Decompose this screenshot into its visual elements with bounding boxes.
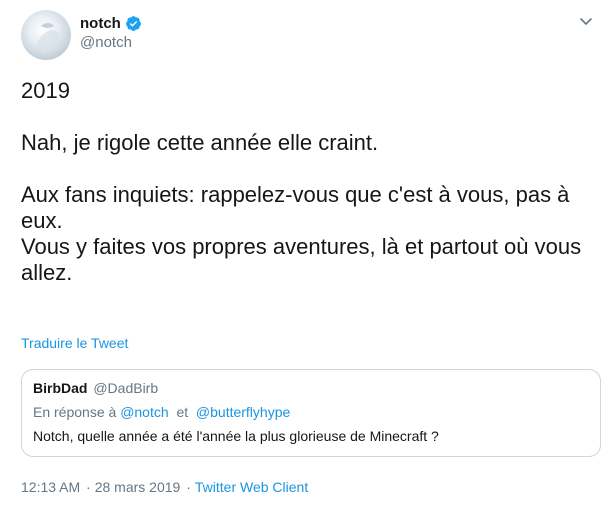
quoted-tweet-header: BirbDad @DadBirb [33, 380, 158, 396]
tweet-client-link[interactable]: Twitter Web Client [195, 479, 308, 495]
quoted-handle: @DadBirb [93, 380, 159, 396]
display-name[interactable]: notch [80, 15, 121, 32]
chevron-down-icon[interactable] [578, 13, 594, 29]
verified-badge-icon [125, 15, 142, 32]
reply-mention-butterflyhype[interactable]: @butterflyhype [196, 404, 290, 420]
quoted-tweet[interactable]: BirbDad @DadBirb En réponse à @notch et … [21, 369, 601, 457]
author-block: notch @notch [80, 15, 142, 51]
reply-context: En réponse à @notch et @butterflyhype [33, 404, 290, 420]
tweet-paragraph: 2019 [21, 78, 70, 103]
reply-join: et [176, 404, 189, 420]
tweet-paragraph: Nah, je rigole cette année elle craint. [21, 130, 379, 155]
meta-separator: · [186, 479, 191, 495]
tweet-text: 2019 Nah, je rigole cette année elle cra… [21, 78, 606, 286]
tweet-paragraph: Aux fans inquiets: rappelez-vous que c'e… [21, 182, 582, 285]
author-handle[interactable]: @notch [80, 34, 142, 51]
quoted-tweet-text: Notch, quelle année a été l'année la plu… [33, 428, 439, 444]
reply-mention-notch[interactable]: @notch [120, 404, 168, 420]
quoted-display-name: BirbDad [33, 380, 88, 396]
reply-prefix: En réponse à [33, 404, 117, 420]
tweet-date[interactable]: 28 mars 2019 [95, 479, 181, 495]
meta-separator: · [86, 479, 91, 495]
tweet-card: notch @notch 2019 Nah, je rigole cette a… [0, 0, 611, 507]
translate-tweet-link[interactable]: Traduire le Tweet [21, 335, 128, 351]
avatar[interactable] [21, 10, 71, 60]
tweet-meta: 12:13 AM · 28 mars 2019 · Twitter Web Clie… [21, 479, 308, 495]
tweet-time[interactable]: 12:13 AM [21, 479, 80, 495]
